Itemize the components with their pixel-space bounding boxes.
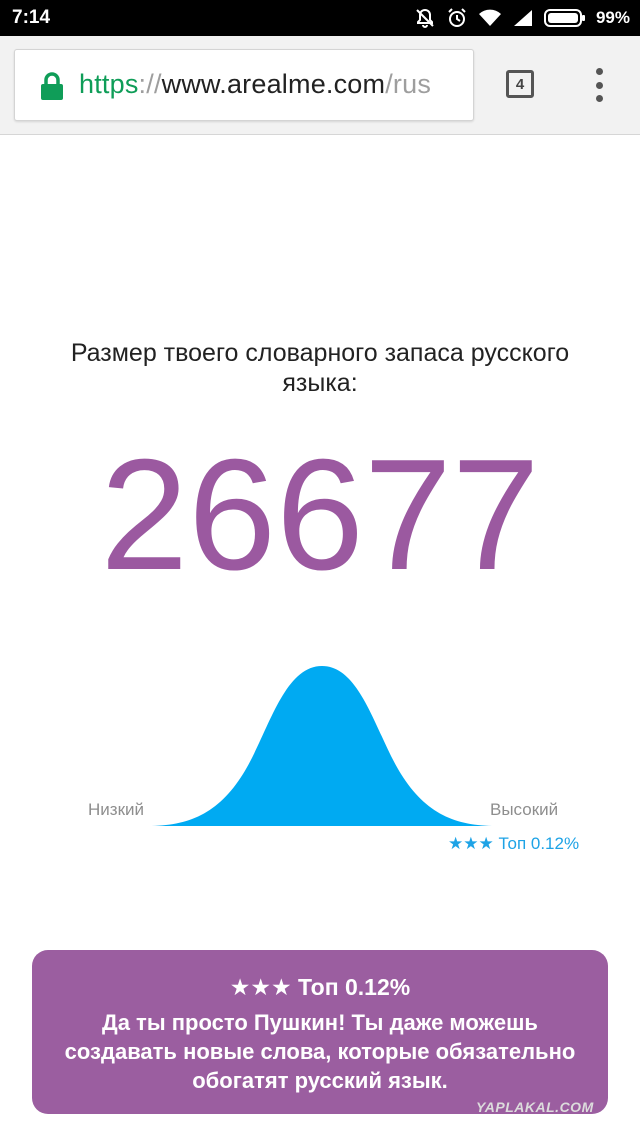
distribution-curve xyxy=(148,666,496,826)
result-card: ★★★ Топ 0.12% Да ты просто Пушкин! Ты да… xyxy=(32,950,608,1114)
battery-percent: 99% xyxy=(595,8,630,27)
card-rank: ★★★ Топ 0.12% xyxy=(229,974,411,1000)
menu-dot-icon xyxy=(595,81,603,89)
watermark: YAPLAKAL.COM xyxy=(476,1099,594,1115)
alarm-icon xyxy=(448,8,466,27)
url-path: /rus xyxy=(385,69,432,99)
distribution-low-label: Низкий xyxy=(88,800,144,819)
result-heading: Размер твоего словарного запаса русского… xyxy=(70,339,570,397)
status-bar: 7:14 99% xyxy=(0,0,640,36)
distribution-rank-label: ★★★ Топ 0.12% xyxy=(448,834,580,853)
tab-switcher-button[interactable]: 4 xyxy=(506,70,534,98)
wifi-icon xyxy=(478,9,501,26)
url-separator: :// xyxy=(138,69,162,99)
signal-icon xyxy=(513,10,532,26)
tab-count: 4 xyxy=(515,75,525,93)
status-time: 7:14 xyxy=(12,7,51,28)
url-scheme: https xyxy=(79,69,139,99)
browser-toolbar: https://www.arealme.com/rus 4 xyxy=(0,36,640,135)
card-message: Да ты просто Пушкин! Ты даже можешь созд… xyxy=(64,1010,576,1093)
menu-dot-icon xyxy=(595,68,603,75)
status-icons: 99% xyxy=(414,0,630,36)
mute-icon xyxy=(416,8,434,28)
menu-dot-icon xyxy=(595,95,603,102)
url-host: www.arealme.com xyxy=(161,69,386,99)
address-bar[interactable]: https://www.arealme.com/rus xyxy=(14,49,474,121)
battery-icon xyxy=(543,9,585,27)
vocabulary-score: 26677 xyxy=(100,427,540,603)
distribution-high-label: Высокий xyxy=(490,800,559,819)
url-text[interactable]: https://www.arealme.com/rus xyxy=(79,69,431,100)
lock-icon[interactable] xyxy=(39,71,65,101)
overflow-menu-button[interactable] xyxy=(592,68,606,102)
distribution-area xyxy=(148,666,496,826)
